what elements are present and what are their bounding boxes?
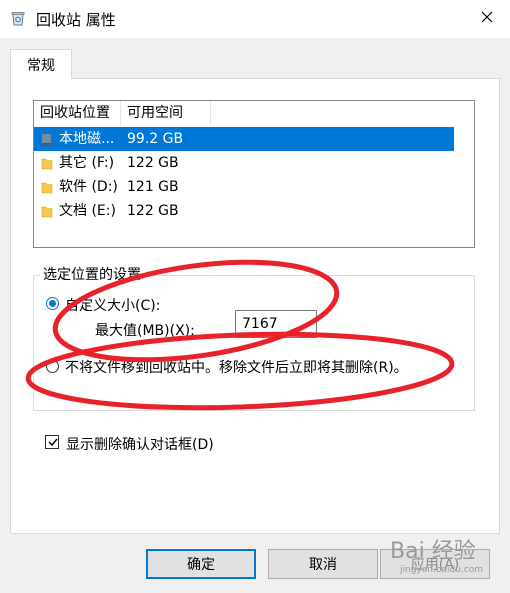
list-item-location: 本地磁... bbox=[59, 131, 115, 147]
confirm-delete-checkbox[interactable] bbox=[45, 435, 59, 449]
column-header-space[interactable]: 可用空间 bbox=[121, 101, 211, 126]
column-header-location[interactable]: 回收站位置 bbox=[34, 101, 121, 126]
list-item-location: 其它 (F:) bbox=[59, 155, 115, 171]
list-item-space: 99.2 GB bbox=[127, 131, 184, 147]
ok-button-label: 确定 bbox=[187, 557, 215, 573]
list-item-location: 软件 (D:) bbox=[59, 179, 118, 195]
list-item[interactable]: 本地磁... 99.2 GB bbox=[34, 127, 454, 151]
cancel-button-label: 取消 bbox=[309, 557, 337, 573]
tab-general-label: 常规 bbox=[27, 57, 55, 74]
watermark-url: jingyan.baidu.com bbox=[400, 565, 484, 575]
list-header: 回收站位置 可用空间 bbox=[34, 101, 474, 126]
tab-general[interactable]: 常规 bbox=[10, 49, 72, 79]
no-recycle-label[interactable]: 不将文件移到回收站中。移除文件后立即将其删除(R)。 bbox=[65, 357, 408, 377]
close-icon bbox=[481, 11, 493, 27]
confirm-delete-label[interactable]: 显示删除确认对话框(D) bbox=[66, 434, 214, 454]
max-value-label: 最大值(MB)(X): bbox=[95, 323, 195, 339]
close-button[interactable] bbox=[464, 0, 510, 38]
list-item-space: 121 GB bbox=[127, 179, 179, 195]
no-recycle-radio[interactable] bbox=[46, 360, 59, 373]
list-item-space: 122 GB bbox=[127, 155, 179, 171]
list-item[interactable]: 其它 (F:) 122 GB bbox=[34, 151, 454, 175]
list-item-space: 122 GB bbox=[127, 203, 179, 219]
folder-icon bbox=[41, 180, 53, 194]
folder-icon bbox=[41, 156, 53, 170]
drive-icon bbox=[41, 132, 53, 146]
folder-icon bbox=[41, 204, 53, 218]
recycle-bin-icon bbox=[10, 10, 26, 26]
cancel-button[interactable]: 取消 bbox=[268, 549, 378, 579]
list-item-location: 文档 (E:) bbox=[59, 203, 116, 219]
window-title: 回收站 属性 bbox=[36, 11, 116, 29]
list-item[interactable]: 软件 (D:) 121 GB bbox=[34, 175, 454, 199]
title-bar: 回收站 属性 bbox=[0, 0, 510, 38]
list-item[interactable]: 文档 (E:) 122 GB bbox=[34, 199, 454, 223]
watermark-logo: Bai 经验 bbox=[390, 539, 476, 564]
group-title: 选定位置的设置 bbox=[40, 264, 144, 284]
recycle-location-list[interactable]: 回收站位置 可用空间 本地磁... 99.2 GB 其它 (F:) 122 GB… bbox=[33, 100, 475, 248]
custom-size-label[interactable]: 自定义大小(C): bbox=[65, 295, 160, 315]
custom-size-radio[interactable] bbox=[46, 297, 59, 310]
max-size-input[interactable] bbox=[235, 310, 317, 338]
ok-button[interactable]: 确定 bbox=[146, 549, 256, 579]
